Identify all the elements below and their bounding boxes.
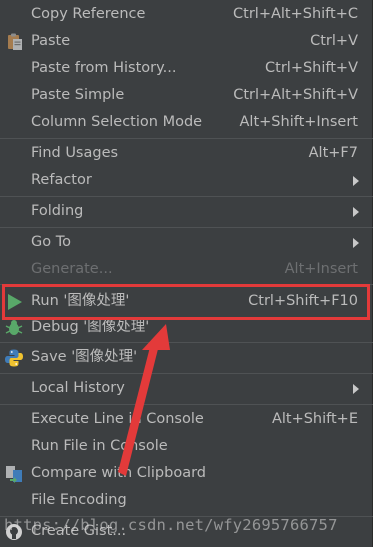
compare-icon <box>6 466 22 483</box>
menu-item-shortcut: Ctrl+Alt+Shift+V <box>233 87 358 103</box>
watermark-text: https://blog.csdn.net/wfy2695766757 <box>4 516 338 534</box>
menu-item-label: Save '图像处理' <box>31 349 138 365</box>
submenu-arrow-icon <box>353 176 359 186</box>
menu-item-label: Paste Simple <box>31 87 125 103</box>
menu-item-shortcut: Ctrl+Shift+V <box>265 60 358 76</box>
menu-item-refactor[interactable]: Refactor <box>0 167 373 194</box>
menu-separator <box>0 196 373 197</box>
menu-item-label: File Encoding <box>31 492 127 508</box>
menu-item-go-to[interactable]: Go To <box>0 229 373 256</box>
menu-item-compare-with-clipboard[interactable]: Compare with Clipboard <box>0 460 373 487</box>
menu-item-paste[interactable]: Paste Ctrl+V <box>0 28 373 55</box>
menu-item-label: Local History <box>31 380 125 396</box>
highlight-box-annotation <box>2 284 370 320</box>
submenu-arrow-icon <box>353 207 359 217</box>
menu-item-file-encoding[interactable]: File Encoding <box>0 487 373 514</box>
menu-item-find-usages[interactable]: Find Usages Alt+F7 <box>0 140 373 167</box>
menu-item-label: Run File in Console <box>31 438 168 454</box>
menu-item-shortcut: Alt+Insert <box>284 261 358 277</box>
menu-item-shortcut: Ctrl+V <box>310 33 358 49</box>
menu-item-column-selection-mode[interactable]: Column Selection Mode Alt+Shift+Insert <box>0 109 373 136</box>
menu-item-run-file-in-console[interactable]: Run File in Console <box>0 433 373 460</box>
menu-item-label: Paste <box>31 33 71 49</box>
menu-item-save[interactable]: Save '图像处理' <box>0 344 373 371</box>
menu-item-folding[interactable]: Folding <box>0 198 373 225</box>
menu-item-label: Generate... <box>31 261 113 277</box>
menu-item-label: Column Selection Mode <box>31 114 203 130</box>
menu-item-local-history[interactable]: Local History <box>0 375 373 402</box>
menu-item-label: Compare with Clipboard <box>31 465 207 481</box>
menu-item-shortcut: Ctrl+Alt+Shift+C <box>233 6 358 22</box>
menu-item-label: Folding <box>31 203 84 219</box>
menu-item-shortcut: Alt+F7 <box>308 145 358 161</box>
python-icon <box>5 349 23 367</box>
menu-item-label: Copy Reference <box>31 6 146 22</box>
menu-item-shortcut: Alt+Shift+E <box>271 411 358 427</box>
menu-item-shortcut: Alt+Shift+Insert <box>239 114 358 130</box>
menu-item-label: Go To <box>31 234 71 250</box>
menu-separator <box>0 404 373 405</box>
editor-context-menu: Copy Reference Ctrl+Alt+Shift+C Paste Ct… <box>0 0 373 547</box>
menu-item-label: Find Usages <box>31 145 119 161</box>
menu-item-generate: Generate... Alt+Insert <box>0 256 373 283</box>
menu-item-label: Paste from History... <box>31 60 177 76</box>
submenu-arrow-icon <box>353 238 359 248</box>
menu-item-paste-simple[interactable]: Paste Simple Ctrl+Alt+Shift+V <box>0 82 373 109</box>
menu-item-label: Refactor <box>31 172 92 188</box>
menu-separator <box>0 227 373 228</box>
clipboard-paste-icon <box>8 33 22 50</box>
menu-separator <box>0 373 373 374</box>
menu-item-paste-from-history[interactable]: Paste from History... Ctrl+Shift+V <box>0 55 373 82</box>
menu-separator <box>0 138 373 139</box>
menu-separator <box>0 342 373 343</box>
submenu-arrow-icon <box>353 384 359 394</box>
menu-item-execute-line[interactable]: Execute Line in Console Alt+Shift+E <box>0 406 373 433</box>
debug-bug-icon <box>5 320 23 335</box>
menu-item-copy-reference[interactable]: Copy Reference Ctrl+Alt+Shift+C <box>0 1 373 28</box>
menu-item-label: Execute Line in Console <box>31 411 204 427</box>
